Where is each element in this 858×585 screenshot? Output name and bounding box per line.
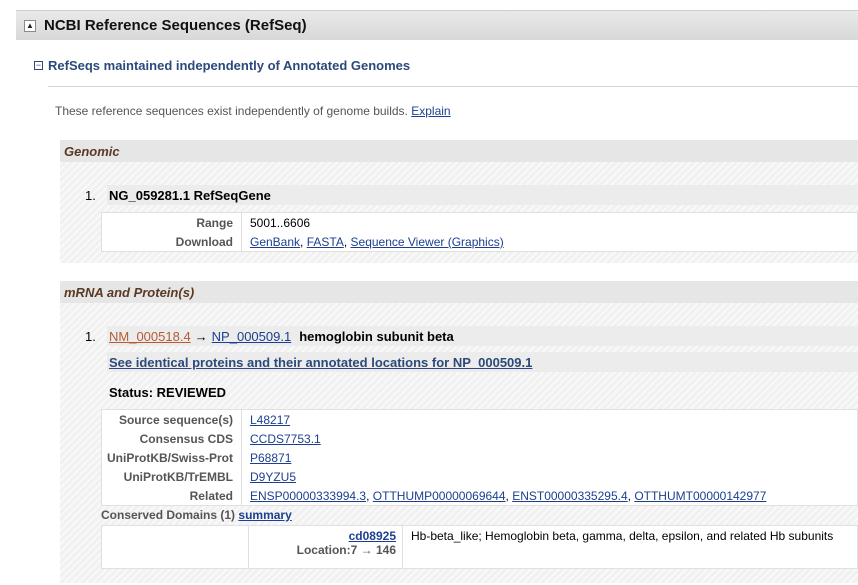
genomic-heading-band: Genomic (60, 140, 858, 162)
range-label: Range (196, 215, 233, 230)
related-link[interactable]: OTTHUMP00000069644 (373, 489, 506, 503)
nm-accession-link[interactable]: NM_000518.4 (109, 329, 191, 344)
mrna-item: 1. NM_000518.4 → NP_000509.1 hemoglobin … (85, 326, 858, 346)
cd-id-cell: cd08925 Location:7 → 146 (249, 526, 403, 568)
range-row: Range 5001..6606 (102, 213, 857, 232)
related-link[interactable]: OTTHUMT00000142977 (634, 489, 766, 503)
cd-id-link[interactable]: cd08925 (349, 529, 396, 543)
collapse-minus-icon[interactable]: − (34, 60, 43, 70)
consensus-cds-row: Consensus CDS CCDS7753.1 (102, 429, 857, 448)
related-link[interactable]: ENST00000335295.4 (512, 489, 627, 503)
download-label: Download (175, 234, 233, 249)
mrna-heading-band: mRNA and Protein(s) (60, 281, 858, 303)
swissprot-row: UniProtKB/Swiss-Prot P68871 (102, 448, 857, 467)
cd-location: Location:7 → 146 (296, 543, 396, 557)
section-title: NCBI Reference Sequences (RefSeq) (44, 17, 307, 34)
protein-name: hemoglobin subunit beta (299, 328, 454, 344)
genbank-link[interactable]: GenBank (250, 235, 300, 249)
intro-sentence: These reference sequences exist independ… (55, 104, 408, 118)
subsection-title[interactable]: RefSeqs maintained independently of Anno… (48, 58, 410, 73)
related-row: Related ENSP00000333994.3, OTTHUMP000000… (102, 486, 857, 505)
mrna-details-table: Source sequence(s) L48217 Consensus CDS … (101, 409, 858, 506)
row-label: UniProtKB/Swiss-Prot (106, 450, 233, 465)
identical-proteins-link[interactable]: See identical proteins and their annotat… (109, 355, 532, 370)
conserved-domains-table: cd08925 Location:7 → 146 Hb-beta_like; H… (101, 525, 858, 569)
row-label: Consensus CDS (139, 431, 233, 446)
related-link[interactable]: ENSP00000333994.3 (250, 489, 366, 503)
conserved-domains-label: Conserved Domains (1) (101, 508, 236, 522)
mrna-item-title-bar: NM_000518.4 → NP_000509.1 hemoglobin sub… (107, 326, 858, 346)
item-number: 1. (85, 328, 96, 344)
divider (48, 86, 858, 87)
trembl-row: UniProtKB/TrEMBL D9YZU5 (102, 467, 857, 486)
refseq-section-header: ▲ NCBI Reference Sequences (RefSeq) (16, 10, 858, 40)
collapse-up-icon[interactable]: ▲ (24, 19, 36, 32)
arrow-icon: → (194, 328, 208, 344)
genomic-details-table: Range 5001..6606 Download GenBank, FASTA… (101, 212, 858, 252)
mrna-heading: mRNA and Protein(s) (64, 284, 195, 300)
row-label: Related (189, 488, 233, 503)
genomic-item: 1. NG_059281.1 RefSeqGene (85, 185, 858, 205)
row-label: UniProtKB/TrEMBL (123, 469, 233, 484)
trembl-link[interactable]: D9YZU5 (250, 470, 296, 484)
download-row: Download GenBank, FASTA, Sequence Viewer… (102, 232, 857, 251)
cd-description: Hb-beta_like; Hemoglobin beta, gamma, de… (411, 529, 834, 543)
source-sequence-link[interactable]: L48217 (250, 413, 290, 427)
range-value: 5001..6606 (250, 215, 311, 230)
item-number: 1. (85, 187, 96, 203)
conserved-domains-heading: Conserved Domains (1) summary (101, 508, 292, 522)
genomic-item-title-bar: NG_059281.1 RefSeqGene (107, 185, 858, 205)
genomic-heading: Genomic (64, 143, 120, 159)
cd-summary-link[interactable]: summary (238, 508, 291, 522)
cd-empty-cell (102, 526, 249, 568)
explain-link[interactable]: Explain (411, 104, 450, 118)
row-label: Source sequence(s) (118, 412, 233, 427)
status-text: Status: REVIEWED (109, 385, 227, 400)
subsection-header[interactable]: − RefSeqs maintained independently of An… (34, 55, 410, 75)
genomic-item-title: NG_059281.1 RefSeqGene (109, 187, 271, 203)
source-sequence-row: Source sequence(s) L48217 (102, 410, 857, 429)
swissprot-link[interactable]: P68871 (250, 451, 291, 465)
ccds-link[interactable]: CCDS7753.1 (250, 432, 321, 446)
intro-text: These reference sequences exist independ… (55, 104, 451, 118)
fasta-link[interactable]: FASTA (307, 235, 344, 249)
identical-proteins-bar: See identical proteins and their annotat… (107, 352, 858, 372)
sequence-viewer-link[interactable]: Sequence Viewer (Graphics) (351, 235, 504, 249)
np-accession-link[interactable]: NP_000509.1 (212, 329, 292, 344)
